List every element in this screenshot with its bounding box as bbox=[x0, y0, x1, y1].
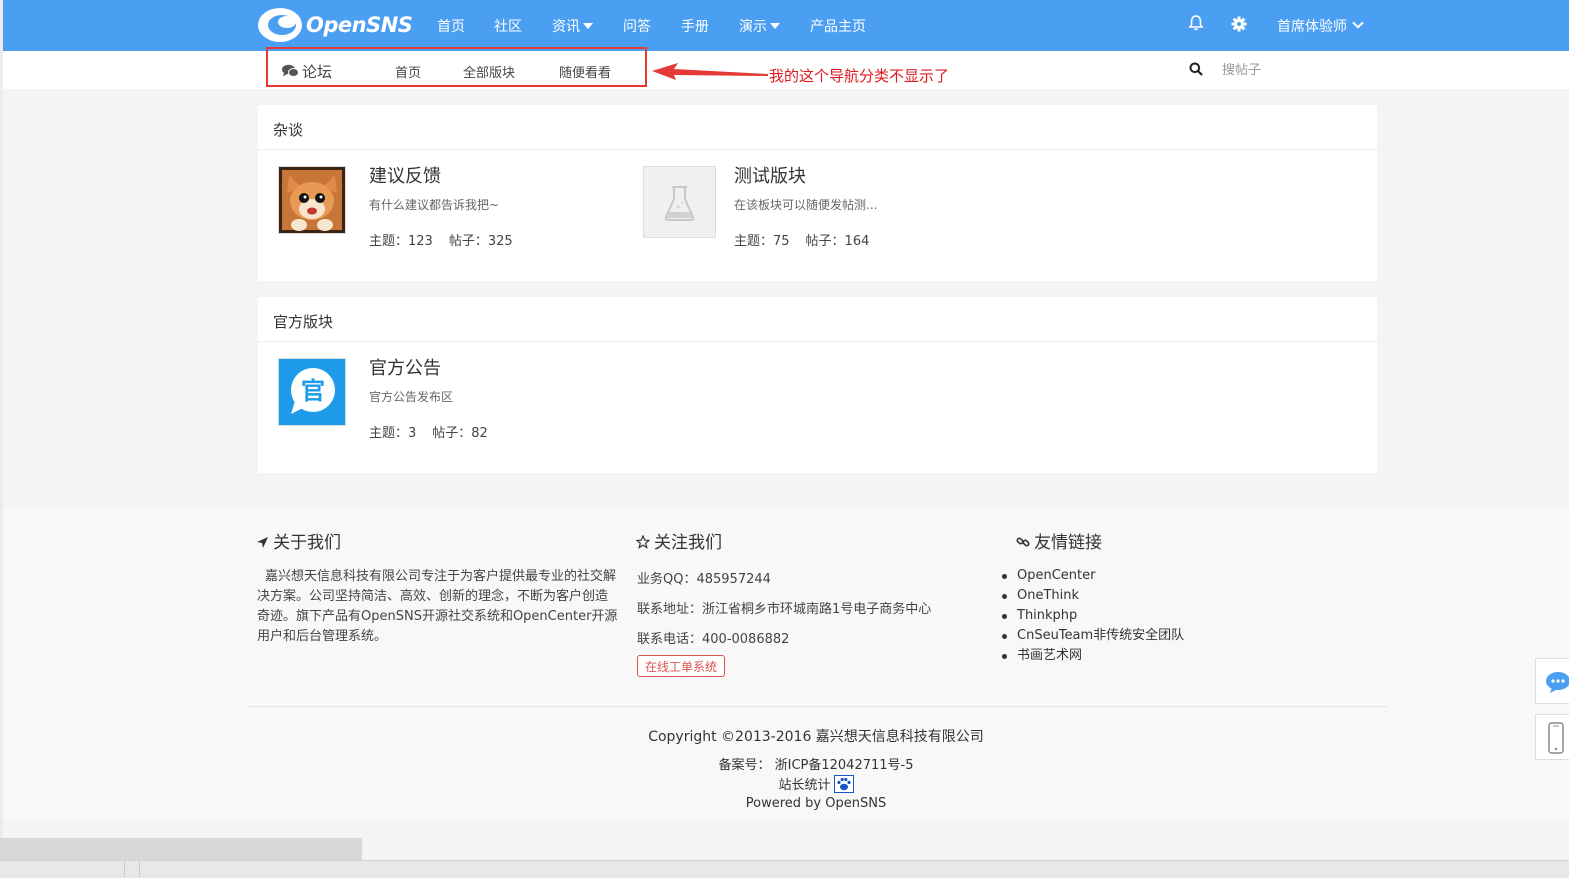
friend-link[interactable]: Thinkphp bbox=[1001, 606, 1184, 626]
friend-link[interactable]: OneThink bbox=[1001, 586, 1184, 606]
user-menu[interactable]: 首席体验师 bbox=[1277, 16, 1364, 36]
post-count: 帖子：82 bbox=[432, 426, 488, 441]
friend-link[interactable]: OpenCenter bbox=[1001, 566, 1184, 586]
post-count: 帖子：164 bbox=[805, 234, 870, 249]
footer-about-title: 关于我们 bbox=[256, 528, 341, 553]
section-header: 杂谈 bbox=[258, 105, 1377, 150]
footer-phone: 联系电话：400-0086882 bbox=[637, 632, 790, 647]
nav-item-news[interactable]: 资讯 bbox=[552, 16, 593, 36]
section-title: 官方版块 bbox=[273, 313, 334, 331]
nav-item-home[interactable]: 首页 bbox=[437, 16, 465, 36]
footer-about-text: 嘉兴想天信息科技有限公司专注于为客户提供最专业的社交解决方案。公司坚持简洁、高效… bbox=[257, 569, 618, 644]
annotation-text: 我的这个导航分类不显示了 bbox=[769, 67, 950, 85]
chat-float-button[interactable] bbox=[1535, 658, 1569, 704]
bell-icon[interactable] bbox=[1188, 14, 1204, 32]
caret-down-icon bbox=[583, 23, 593, 29]
horizontal-scrollbar-thumb[interactable] bbox=[0, 838, 362, 860]
annotation-highlight-box bbox=[266, 47, 647, 87]
chevron-down-icon bbox=[1352, 17, 1364, 29]
nav-item-manual[interactable]: 手册 bbox=[681, 16, 709, 36]
logo-text[interactable]: OpenSNS bbox=[306, 13, 413, 37]
section-panel-official: 官方版块 官 官方公告 官方公告发布区 主题：3 帖子：82 bbox=[258, 297, 1377, 473]
forum-desc: 在该板块可以随便发帖测... bbox=[734, 198, 878, 212]
forum-stats: 主题：75 帖子：164 bbox=[734, 230, 869, 249]
chat-bubble-icon bbox=[1546, 672, 1569, 693]
baidu-paw-icon bbox=[833, 775, 854, 793]
topic-count: 主题：75 bbox=[734, 234, 790, 249]
nav-item-product-home[interactable]: 产品主页 bbox=[810, 16, 866, 36]
footer-qq: 业务QQ：485957244 bbox=[637, 572, 771, 587]
search-icon[interactable] bbox=[1189, 62, 1203, 76]
post-count: 帖子：325 bbox=[448, 234, 513, 249]
forum-desc: 有什么建议都告诉我把~ bbox=[369, 198, 500, 212]
location-arrow-icon bbox=[257, 537, 268, 548]
friend-link[interactable]: 书画艺术网 bbox=[1001, 646, 1184, 666]
forum-name[interactable]: 测试版块 bbox=[734, 162, 806, 188]
nav-item-qa[interactable]: 问答 bbox=[623, 16, 651, 36]
icp-text[interactable]: 备案号： 浙ICP备12042711号-5 bbox=[0, 754, 1569, 773]
forum-stats: 主题：123 帖子：325 bbox=[369, 230, 513, 249]
caret-down-icon bbox=[770, 23, 780, 29]
section-header: 官方版块 bbox=[258, 297, 1377, 342]
cat-avatar-icon[interactable] bbox=[278, 166, 346, 234]
link-icon bbox=[1016, 537, 1030, 547]
forum-name[interactable]: 官方公告 bbox=[369, 354, 441, 380]
copyright-text: Copyright ©2013-2016 嘉兴想天信息科技有限公司 bbox=[648, 729, 984, 745]
forum-stats: 主题：3 帖子：82 bbox=[369, 422, 488, 441]
ticket-system-button[interactable]: 在线工单系统 bbox=[637, 655, 725, 677]
annotation-arrow-icon bbox=[652, 63, 768, 80]
footer-divider bbox=[248, 706, 1387, 707]
topic-count: 主题：123 bbox=[369, 234, 433, 249]
mobile-phone-icon bbox=[1548, 722, 1564, 754]
badge-char: 官 bbox=[301, 377, 325, 405]
friend-links-list: OpenCenter OneThink Thinkphp CnSeuTeam非传… bbox=[1001, 566, 1184, 666]
browser-status-bar bbox=[0, 860, 1569, 878]
status-bar-divider bbox=[139, 861, 140, 877]
gear-icon[interactable] bbox=[1231, 16, 1247, 32]
section-panel-chat: 杂谈 建议反馈 有什么建议都告诉我把~ 主题：123 帖子：325 测试版块 在… bbox=[258, 105, 1377, 281]
flask-placeholder-icon[interactable] bbox=[643, 166, 716, 238]
footer-links-title: 友情链接 bbox=[1016, 528, 1102, 553]
footer-address: 联系地址：浙江省桐乡市环城南路1号电子商务中心 bbox=[637, 602, 932, 617]
friend-link[interactable]: CnSeuTeam非传统安全团队 bbox=[1001, 626, 1184, 646]
topic-count: 主题：3 bbox=[369, 426, 417, 441]
forum-desc: 官方公告发布区 bbox=[369, 390, 454, 404]
official-badge-icon[interactable]: 官 bbox=[278, 358, 346, 426]
forum-name[interactable]: 建议反馈 bbox=[369, 162, 441, 188]
stats-link[interactable]: 站长统计 bbox=[0, 774, 1569, 793]
nav-item-community[interactable]: 社区 bbox=[494, 16, 522, 36]
section-title: 杂谈 bbox=[273, 121, 304, 139]
star-icon bbox=[635, 534, 651, 549]
nav-item-demo[interactable]: 演示 bbox=[739, 16, 780, 36]
powered-by-text: Powered by OpenSNS bbox=[745, 796, 887, 811]
status-bar-divider bbox=[124, 861, 125, 877]
search-input[interactable] bbox=[1216, 58, 1408, 82]
footer-follow-title: 关注我们 bbox=[635, 528, 722, 553]
mobile-float-button[interactable] bbox=[1535, 714, 1569, 760]
